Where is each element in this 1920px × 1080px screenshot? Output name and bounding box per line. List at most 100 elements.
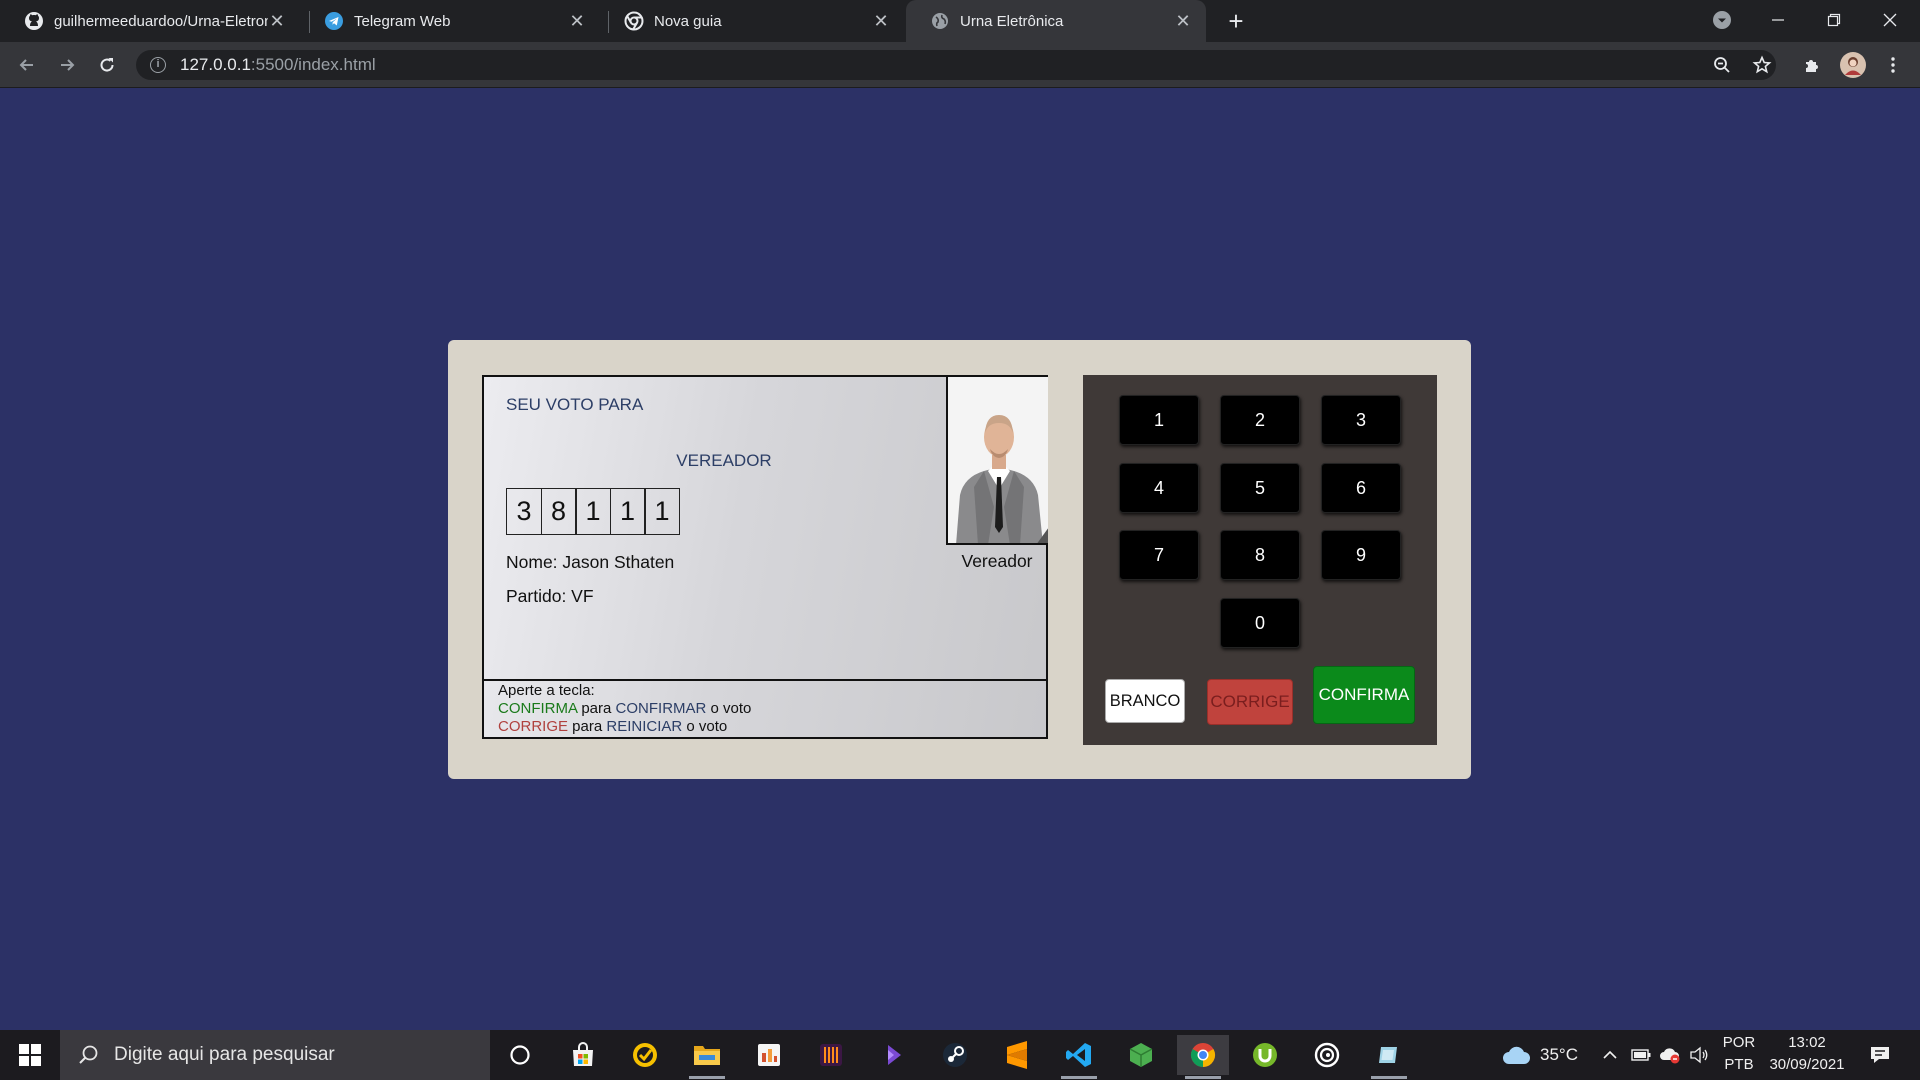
steam-icon[interactable]	[929, 1035, 981, 1075]
app-purple-orange-icon[interactable]	[805, 1035, 857, 1075]
minimize-icon[interactable]	[1750, 0, 1806, 40]
key-1[interactable]: 1	[1119, 395, 1199, 445]
corrige-word: CORRIGE	[498, 718, 569, 735]
zoom-icon[interactable]	[1707, 50, 1737, 80]
app-blue-window-icon[interactable]	[1363, 1035, 1415, 1079]
language-code[interactable]: POR	[1718, 1032, 1760, 1054]
taskbar-search-box[interactable]: Digite aqui para pesquisar	[60, 1030, 490, 1080]
ubisoft-icon[interactable]	[1301, 1035, 1353, 1075]
number-boxes: 3 8 1 1 1	[506, 488, 680, 535]
instructions-line-3: CORRIGE para REINICIAR o voto	[498, 718, 1032, 736]
corrige-button[interactable]: CORRIGE	[1207, 679, 1293, 725]
windows-taskbar: Digite aqui para pesquisar 35°C POR PTB …	[0, 1030, 1920, 1080]
search-icon	[78, 1044, 100, 1066]
seu-voto-label: SEU VOTO PARA	[506, 395, 644, 414]
search-placeholder: Digite aqui para pesquisar	[114, 1044, 335, 1065]
tab-github[interactable]: guilhermeeduardoo/Urna-Eletron ✕	[0, 0, 300, 42]
visual-studio-icon[interactable]	[867, 1035, 919, 1075]
keyboard-layout[interactable]: PTB	[1718, 1054, 1760, 1076]
tab-title: Nova guia	[654, 12, 722, 30]
clock-time[interactable]: 13:02	[1762, 1032, 1852, 1054]
key-9[interactable]: 9	[1321, 530, 1401, 580]
tab-search-icon[interactable]	[1694, 0, 1750, 40]
site-info-icon[interactable]: i	[150, 57, 166, 73]
close-window-icon[interactable]	[1862, 0, 1918, 40]
number-box: 1	[575, 488, 611, 535]
tab-title: Telegram Web	[354, 12, 451, 30]
extensions-icon[interactable]	[1797, 50, 1827, 80]
reload-icon[interactable]	[92, 50, 122, 80]
browser-toolbar: i 127.0.0.1:5500/index.html	[0, 42, 1920, 88]
branco-button[interactable]: BRANCO	[1105, 679, 1185, 723]
key-8[interactable]: 8	[1220, 530, 1300, 580]
tab-telegram[interactable]: Telegram Web ✕	[300, 0, 600, 42]
vscode-icon[interactable]	[1053, 1035, 1105, 1079]
o-voto-word: o voto	[706, 700, 752, 717]
close-tab-icon[interactable]: ✕	[872, 11, 890, 32]
confirmar-word: CONFIRMAR	[615, 700, 707, 717]
tab-nova-guia[interactable]: Nova guia ✕	[600, 0, 904, 42]
key-3[interactable]: 3	[1321, 395, 1401, 445]
clock-date[interactable]: 30/09/2021	[1762, 1054, 1852, 1076]
back-icon[interactable]	[12, 50, 42, 80]
tab-bar: guilhermeeduardoo/Urna-Eletron ✕ Telegra…	[0, 0, 1920, 42]
para-word: para	[577, 700, 616, 717]
office-icon[interactable]	[743, 1035, 795, 1075]
forward-icon[interactable]	[52, 50, 82, 80]
microsoft-store-icon[interactable]	[557, 1035, 609, 1075]
close-tab-icon[interactable]: ✕	[1174, 11, 1192, 32]
onedrive-error-icon[interactable]	[1656, 1035, 1684, 1075]
number-box: 1	[609, 488, 646, 535]
telegram-icon	[324, 11, 344, 31]
profile-avatar[interactable]	[1838, 50, 1868, 80]
file-explorer-icon[interactable]	[681, 1035, 733, 1079]
candidate-name: Nome: Jason Sthaten	[506, 552, 675, 572]
temperature-text: 35°C	[1540, 1045, 1578, 1064]
node-cube-icon[interactable]	[1115, 1035, 1167, 1075]
new-tab-button[interactable]: +	[1222, 6, 1250, 36]
cortana-icon[interactable]	[494, 1035, 546, 1075]
globe-icon	[930, 11, 950, 31]
tab-urna-eletronica[interactable]: Urna Eletrônica ✕	[906, 0, 1206, 42]
key-5[interactable]: 5	[1220, 463, 1300, 513]
key-4[interactable]: 4	[1119, 463, 1199, 513]
notification-center-icon[interactable]	[1860, 1035, 1900, 1075]
norton-icon[interactable]	[619, 1035, 671, 1075]
instructions-line-2: CONFIRMA para CONFIRMAR o voto	[498, 700, 1032, 718]
cargo-label: VEREADOR	[676, 451, 772, 470]
sublime-text-icon[interactable]	[991, 1035, 1043, 1075]
windows-start-icon[interactable]	[0, 1030, 60, 1080]
key-0[interactable]: 0	[1220, 598, 1300, 648]
menu-kebab-icon[interactable]	[1878, 50, 1908, 80]
para-word: para	[568, 718, 607, 735]
keypad: 1 2 3 4 5 6 7 8 9 0 BRANCO CORRIGE CONFI…	[1083, 375, 1437, 745]
battery-icon[interactable]	[1628, 1035, 1654, 1075]
chrome-icon	[624, 11, 644, 31]
o-voto-word: o voto	[682, 718, 728, 735]
restore-icon[interactable]	[1806, 0, 1862, 40]
chevron-up-icon[interactable]	[1598, 1035, 1622, 1075]
key-2[interactable]: 2	[1220, 395, 1300, 445]
reiniciar-word: REINICIAR	[606, 718, 683, 735]
address-bar[interactable]: i 127.0.0.1:5500/index.html	[136, 50, 1776, 80]
volume-icon[interactable]	[1686, 1035, 1712, 1075]
close-tab-icon[interactable]: ✕	[268, 11, 286, 32]
url-path: :5500/index.html	[250, 55, 376, 74]
instructions-line-1: Aperte a tecla:	[498, 682, 595, 699]
key-6[interactable]: 6	[1321, 463, 1401, 513]
weather-cloud-icon[interactable]	[1496, 1035, 1536, 1075]
candidate-photo	[946, 377, 1048, 545]
bookmark-star-icon[interactable]	[1747, 50, 1777, 80]
number-box: 3	[506, 488, 542, 535]
instructions-panel: Aperte a tecla: CONFIRMA para CONFIRMAR …	[484, 679, 1046, 737]
utorrent-icon[interactable]	[1239, 1035, 1291, 1075]
chrome-taskbar-icon[interactable]	[1177, 1035, 1229, 1079]
close-tab-icon[interactable]: ✕	[568, 11, 586, 32]
number-box: 1	[644, 488, 680, 535]
key-7[interactable]: 7	[1119, 530, 1199, 580]
confirma-button[interactable]: CONFIRMA	[1313, 666, 1415, 724]
photo-caption: Vereador	[961, 551, 1033, 571]
candidate-party: Partido: VF	[506, 586, 594, 606]
github-icon	[24, 11, 44, 31]
urna-eletronica: SEU VOTO PARA VEREADOR 3 8 1 1 1 Nome: J…	[448, 340, 1471, 779]
